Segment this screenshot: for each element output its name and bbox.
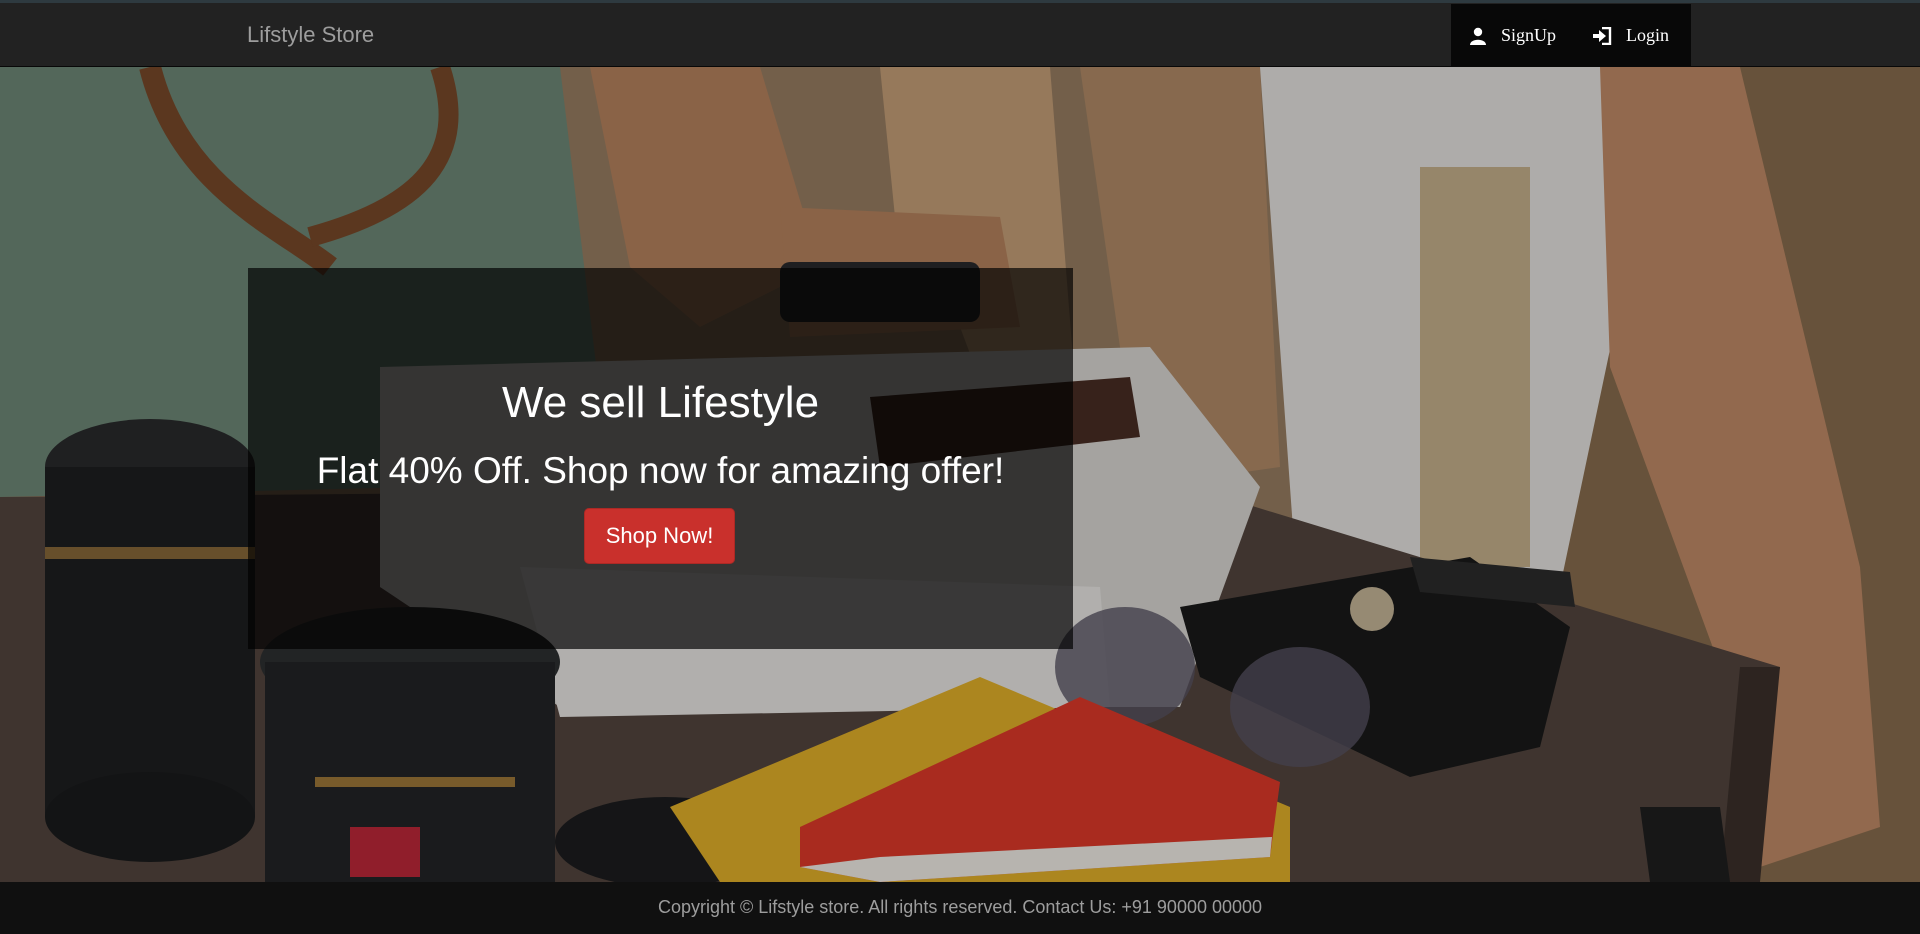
banner-heading: We sell Lifestyle — [501, 378, 820, 427]
top-navbar: Lifstyle Store SignUp Login — [0, 0, 1920, 67]
brand-link[interactable]: Lifstyle Store — [247, 22, 374, 48]
signup-link[interactable]: SignUp — [1451, 4, 1574, 67]
login-label: Login — [1626, 25, 1670, 45]
login-link[interactable]: Login — [1574, 4, 1687, 67]
banner-subheading: Flat 40% Off. Shop now for amazing offer… — [316, 450, 1005, 491]
hero-section: We sell Lifestyle Flat 40% Off. Shop now… — [0, 67, 1920, 882]
user-icon — [1470, 27, 1486, 45]
promo-banner: We sell Lifestyle Flat 40% Off. Shop now… — [248, 268, 1073, 649]
shop-now-button[interactable]: Shop Now! — [584, 508, 735, 564]
nav-right-menu: SignUp Login — [1451, 4, 1691, 67]
login-icon — [1593, 26, 1612, 45]
footer-copyright: Copyright © Lifstyle store. All rights r… — [657, 897, 1263, 917]
signup-label: SignUp — [1501, 25, 1557, 45]
page-footer: Copyright © Lifstyle store. All rights r… — [0, 882, 1920, 934]
